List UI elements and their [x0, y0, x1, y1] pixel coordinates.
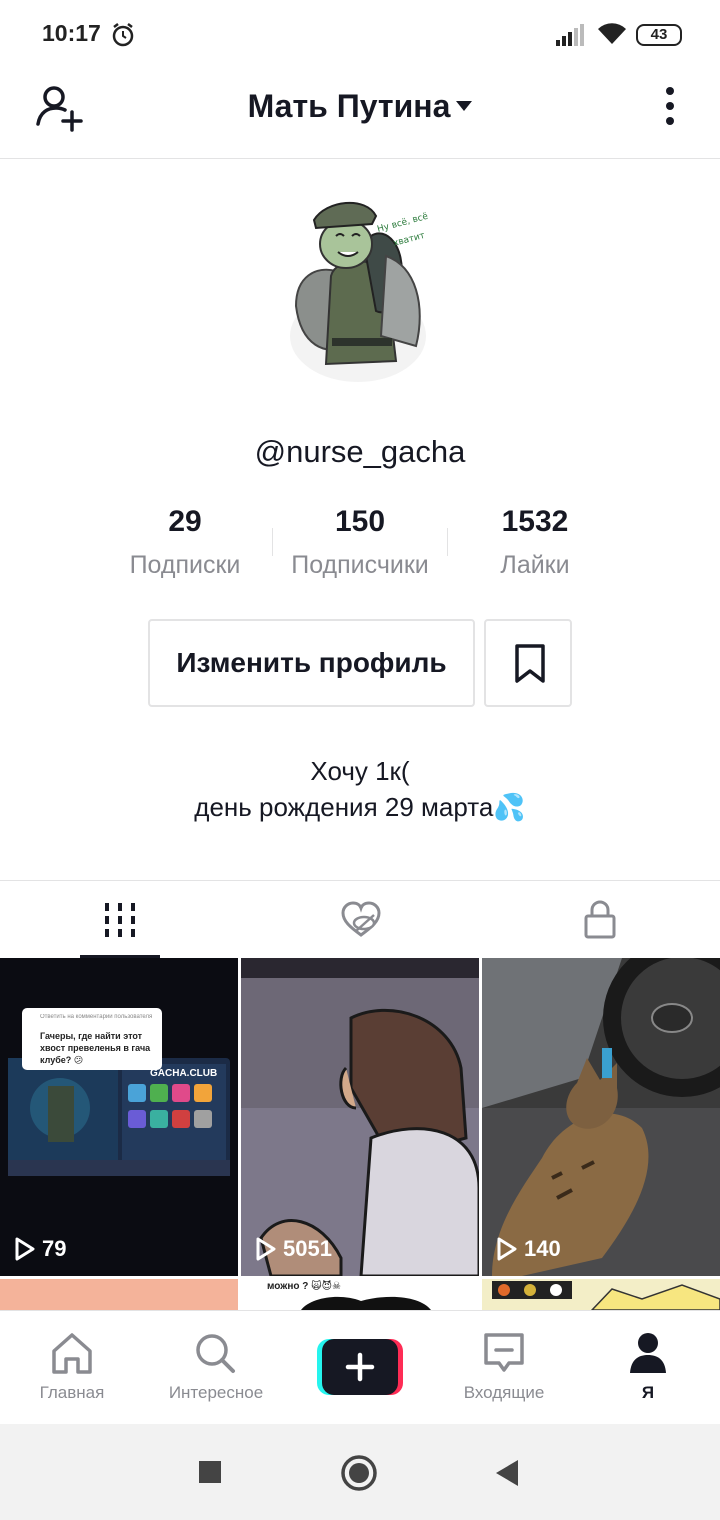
video-tile[interactable]: 5051	[241, 958, 479, 1276]
followers-stat[interactable]: 150 Подписчики	[275, 505, 445, 580]
nav-profile-label: Я	[641, 1383, 655, 1402]
video-thumbnail	[0, 958, 238, 1276]
avatar[interactable]: Ну всё, всё хватит	[276, 186, 438, 384]
battery-indicator: 43	[636, 24, 682, 46]
liked-hidden-icon	[341, 901, 381, 937]
followers-label: Подписчики	[291, 551, 429, 579]
profile-header: Мать Путина	[0, 70, 720, 159]
home-button-icon[interactable]	[340, 1454, 378, 1492]
likes-count: 1532	[501, 505, 569, 538]
view-count-value: 79	[42, 1236, 67, 1261]
bookmark-icon	[515, 644, 545, 683]
video-tile[interactable]: 140	[482, 958, 720, 1276]
bio-line-1: Хочу 1к(	[310, 756, 410, 786]
account-switcher[interactable]: Мать Путина	[0, 88, 720, 125]
edit-profile-button[interactable]: Изменить профиль	[148, 619, 475, 707]
status-bar: 10:17 43	[0, 0, 720, 70]
following-count: 29	[168, 505, 202, 538]
view-count: 5051	[255, 1236, 332, 1262]
play-icon	[15, 1237, 35, 1261]
create-plus-icon[interactable]	[317, 1339, 403, 1395]
more-vertical-icon[interactable]	[660, 85, 680, 131]
video-tile[interactable]: можно ? 🙀😈☠	[241, 1279, 479, 1310]
svg-text:хватит: хватит	[392, 231, 426, 249]
view-count-value: 5051	[283, 1236, 332, 1261]
comment-reply-label: Ответить на комментарий пользователя	[40, 1014, 153, 1020]
bio-line-2: день рождения 29 марта💦	[194, 792, 526, 822]
view-count: 79	[14, 1236, 66, 1262]
following-label: Подписки	[129, 551, 241, 579]
view-count-value: 140	[524, 1236, 561, 1261]
followers-count: 150	[334, 505, 386, 538]
nav-profile[interactable]: Я	[576, 1311, 720, 1425]
signal-icon	[556, 24, 584, 46]
video-tile[interactable]	[0, 1279, 238, 1310]
comment-text: Гачеры, где найти этот хвост превеленья …	[40, 1031, 151, 1065]
chevron-down-icon	[456, 100, 473, 111]
bottom-navigation: Главная Интересное Входящие Я	[0, 1310, 720, 1424]
likes-label: Лайки	[500, 551, 570, 579]
video-thumbnail	[482, 958, 720, 1276]
home-icon	[52, 1333, 92, 1374]
wifi-icon	[598, 23, 626, 44]
nav-inbox-label: Входящие	[463, 1383, 545, 1402]
video-thumbnail	[301, 1296, 431, 1310]
search-icon	[196, 1334, 235, 1373]
nav-home-label: Главная	[39, 1383, 105, 1402]
likes-stat[interactable]: 1532 Лайки	[460, 505, 610, 580]
view-count: 140	[496, 1236, 561, 1262]
profile-tabs	[0, 880, 720, 959]
inbox-icon	[484, 1333, 524, 1372]
play-icon	[256, 1237, 276, 1261]
video-thumbnail	[241, 958, 479, 1276]
tab-private[interactable]	[480, 881, 720, 959]
tab-liked[interactable]	[240, 881, 480, 959]
grid-icon	[105, 903, 135, 937]
system-navigation-bar	[0, 1424, 720, 1520]
stat-divider	[447, 528, 448, 556]
tab-videos[interactable]	[0, 881, 240, 959]
alarm-icon	[112, 23, 134, 47]
lock-icon	[584, 900, 616, 939]
stat-divider	[272, 528, 273, 556]
app-name-label: GACHA.CLUB	[150, 1068, 218, 1079]
video-tile[interactable]: Ответить на комментарий пользователя Гач…	[0, 958, 238, 1276]
status-time: 10:17	[42, 20, 101, 46]
profile-icon	[630, 1333, 666, 1373]
header-title: Мать Путина	[247, 88, 451, 124]
back-icon[interactable]	[494, 1458, 520, 1488]
nav-discover[interactable]: Интересное	[144, 1311, 288, 1425]
nav-inbox[interactable]: Входящие	[432, 1311, 576, 1425]
video-tile[interactable]	[482, 1279, 720, 1310]
following-stat[interactable]: 29 Подписки	[110, 505, 260, 580]
play-icon	[497, 1237, 517, 1261]
nav-discover-label: Интересное	[168, 1383, 264, 1402]
nav-home[interactable]: Главная	[0, 1311, 144, 1425]
username: @nurse_gacha	[254, 434, 466, 469]
recent-apps-icon[interactable]	[198, 1460, 222, 1484]
video-thumbnail	[492, 1281, 720, 1310]
favorites-button[interactable]	[484, 619, 572, 707]
